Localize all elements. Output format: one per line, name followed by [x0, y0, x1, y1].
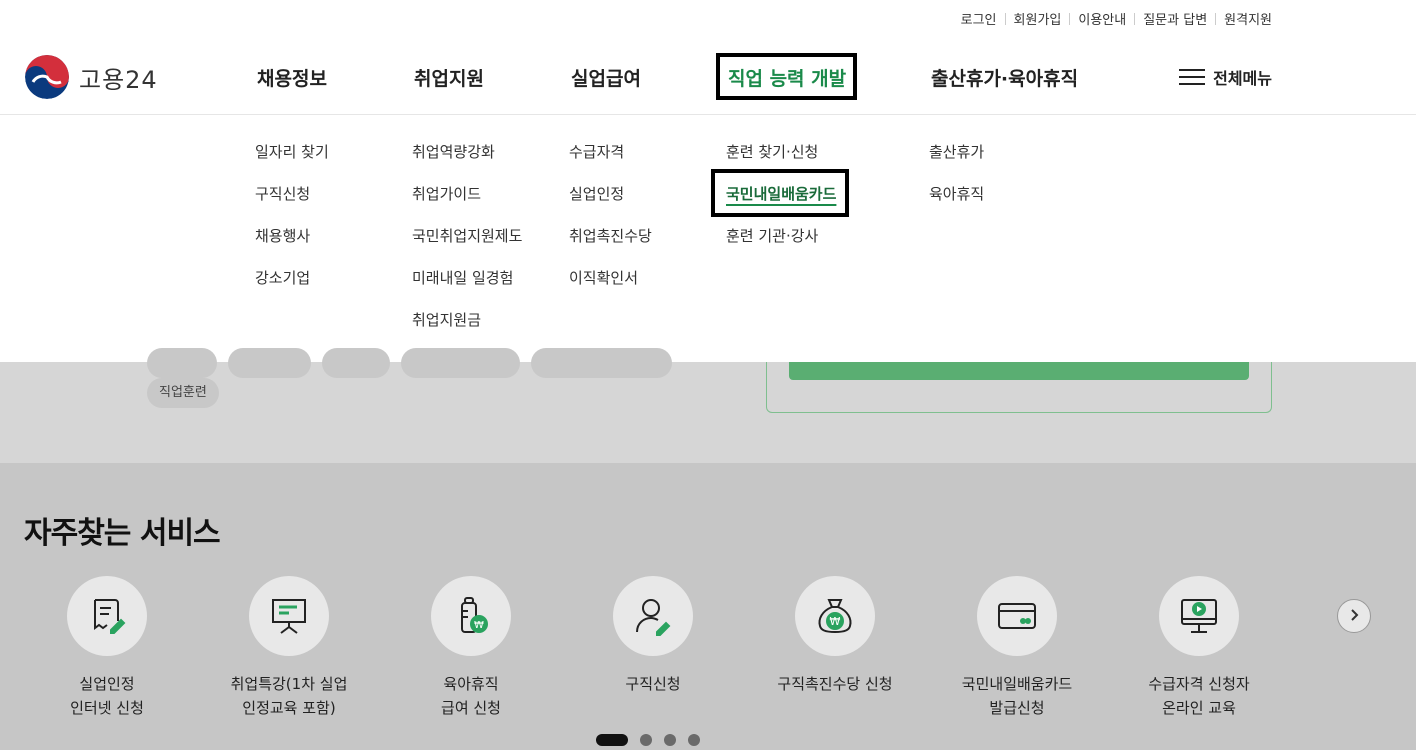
nav-recruitment[interactable]: 채용정보 — [257, 64, 327, 91]
remote-support-link[interactable]: 원격지원 — [1224, 9, 1272, 28]
highlight-box — [716, 53, 857, 100]
service-label: 수급자격 신청자 온라인 교육 — [1148, 675, 1250, 717]
card-icon — [977, 576, 1057, 656]
carousel-pagination — [596, 734, 712, 746]
baby-bottle-won-icon: ₩ — [431, 576, 511, 656]
menu-item-job-application[interactable]: 구직신청 — [255, 185, 329, 227]
service-label: 국민내일배움카드 발급신청 — [961, 675, 1073, 717]
utility-bar: 로그인 회원가입 이용안내 질문과 답변 원격지원 — [0, 0, 1416, 36]
qna-link[interactable]: 질문과 답변 — [1143, 9, 1207, 28]
carousel-next-button[interactable] — [1337, 599, 1371, 633]
mega-col-leave: 출산휴가 육아휴직 — [929, 143, 984, 227]
section-title: 자주찾는 서비스 — [24, 516, 221, 551]
login-panel — [766, 362, 1272, 413]
nav-unemployment-benefit[interactable]: 실업급여 — [571, 64, 641, 91]
highlight-box — [711, 169, 849, 217]
login-link[interactable]: 로그인 — [961, 9, 997, 28]
carousel-dot-4[interactable] — [688, 734, 700, 746]
keyword-chip[interactable] — [322, 348, 390, 378]
main-navigation: 고용24 채용정보 취업지원 실업급여 직업 능력 개발 출산휴가·육아휴직 전… — [0, 36, 1416, 115]
service-label: 육아휴직 급여 신청 — [441, 675, 501, 717]
money-bag-won-icon: ₩ — [795, 576, 875, 656]
divider — [1069, 12, 1071, 25]
taegeuk-logo-icon — [25, 55, 69, 99]
menu-item-job-fair[interactable]: 채용행사 — [255, 227, 329, 269]
hamburger-icon — [1179, 67, 1207, 87]
signup-link[interactable]: 회원가입 — [1014, 9, 1062, 28]
menu-item-maternity-leave[interactable]: 출산휴가 — [929, 143, 984, 185]
frequent-services: 자주찾는 서비스 실업인정 인터넷 신청 취업특강(1차 실업 인정교육 포함) — [0, 463, 1416, 750]
guide-link[interactable]: 이용안내 — [1078, 9, 1126, 28]
svg-text:₩: ₩ — [830, 615, 841, 628]
mega-col-employment-support: 취업역량강화 취업가이드 국민취업지원제도 미래내일 일경험 취업지원금 — [412, 143, 522, 353]
divider — [1134, 12, 1136, 25]
menu-item-national-support[interactable]: 국민취업지원제도 — [412, 227, 522, 269]
keyword-chip[interactable] — [147, 348, 217, 378]
keyword-chip[interactable] — [228, 348, 311, 378]
service-item[interactable]: 수급자격 신청자 온라인 교육 — [1109, 576, 1289, 720]
keyword-chip[interactable] — [401, 348, 520, 378]
menu-item-separation-certificate[interactable]: 이직확인서 — [569, 269, 652, 311]
menu-item-training-institutions[interactable]: 훈련 기관·강사 — [726, 227, 836, 269]
menu-item-job-search[interactable]: 일자리 찾기 — [255, 143, 329, 185]
service-label: 취업특강(1차 실업 인정교육 포함) — [230, 675, 348, 717]
menu-item-small-giant[interactable]: 강소기업 — [255, 269, 329, 311]
menu-item-eligibility[interactable]: 수급자격 — [569, 143, 652, 185]
keyword-chip[interactable] — [531, 348, 672, 378]
service-label: 실업인정 인터넷 신청 — [70, 675, 144, 717]
divider — [1215, 12, 1217, 25]
utility-links: 로그인 회원가입 이용안내 질문과 답변 원격지원 — [961, 9, 1272, 28]
divider — [1004, 12, 1006, 25]
carousel-dot-2[interactable] — [640, 734, 652, 746]
service-item[interactable]: ₩ 육아휴직 급여 신청 — [381, 576, 561, 720]
site-logo[interactable]: 고용24 — [25, 55, 158, 99]
panel-button[interactable] — [789, 362, 1249, 380]
nav-maternity-parental-leave[interactable]: 출산휴가·육아휴직 — [931, 64, 1078, 91]
mega-col-recruitment: 일자리 찾기 구직신청 채용행사 강소기업 — [255, 143, 329, 311]
chevron-right-icon — [1347, 607, 1361, 626]
presentation-board-icon — [249, 576, 329, 656]
service-item[interactable]: ₩ 구직촉진수당 신청 — [745, 576, 925, 696]
all-menu-label: 전체메뉴 — [1213, 69, 1272, 88]
service-label: 구직촉진수당 신청 — [777, 675, 893, 693]
menu-item-work-experience[interactable]: 미래내일 일경험 — [412, 269, 522, 311]
service-item[interactable]: 국민내일배움카드 발급신청 — [927, 576, 1107, 720]
document-pen-icon — [67, 576, 147, 656]
logo-text: 고용24 — [79, 65, 158, 94]
carousel-dot-3[interactable] — [664, 734, 676, 746]
menu-item-subsidy[interactable]: 취업지원금 — [412, 311, 522, 353]
svg-text:₩: ₩ — [474, 620, 484, 631]
carousel-dot-1[interactable] — [596, 734, 628, 746]
service-label: 구직신청 — [625, 675, 681, 693]
service-item[interactable]: 취업특강(1차 실업 인정교육 포함) — [199, 576, 379, 720]
monitor-play-icon — [1159, 576, 1239, 656]
mega-col-unemployment: 수급자격 실업인정 취업촉진수당 이직확인서 — [569, 143, 652, 311]
service-item[interactable]: 실업인정 인터넷 신청 — [17, 576, 197, 720]
person-pen-icon — [613, 576, 693, 656]
menu-item-recognition[interactable]: 실업인정 — [569, 185, 652, 227]
menu-item-guide[interactable]: 취업가이드 — [412, 185, 522, 227]
service-item[interactable]: 구직신청 — [563, 576, 743, 696]
nav-employment-support[interactable]: 취업지원 — [414, 64, 484, 91]
all-menu-button[interactable]: 전체메뉴 — [1179, 65, 1272, 89]
menu-item-parental-leave[interactable]: 육아휴직 — [929, 185, 984, 227]
menu-item-capacity[interactable]: 취업역량강화 — [412, 143, 522, 185]
menu-item-promotion-allowance[interactable]: 취업촉진수당 — [569, 227, 652, 269]
keyword-chip-training[interactable]: 직업훈련 — [147, 378, 219, 408]
mega-menu: 일자리 찾기 구직신청 채용행사 강소기업 취업역량강화 취업가이드 국민취업지… — [0, 115, 1416, 362]
